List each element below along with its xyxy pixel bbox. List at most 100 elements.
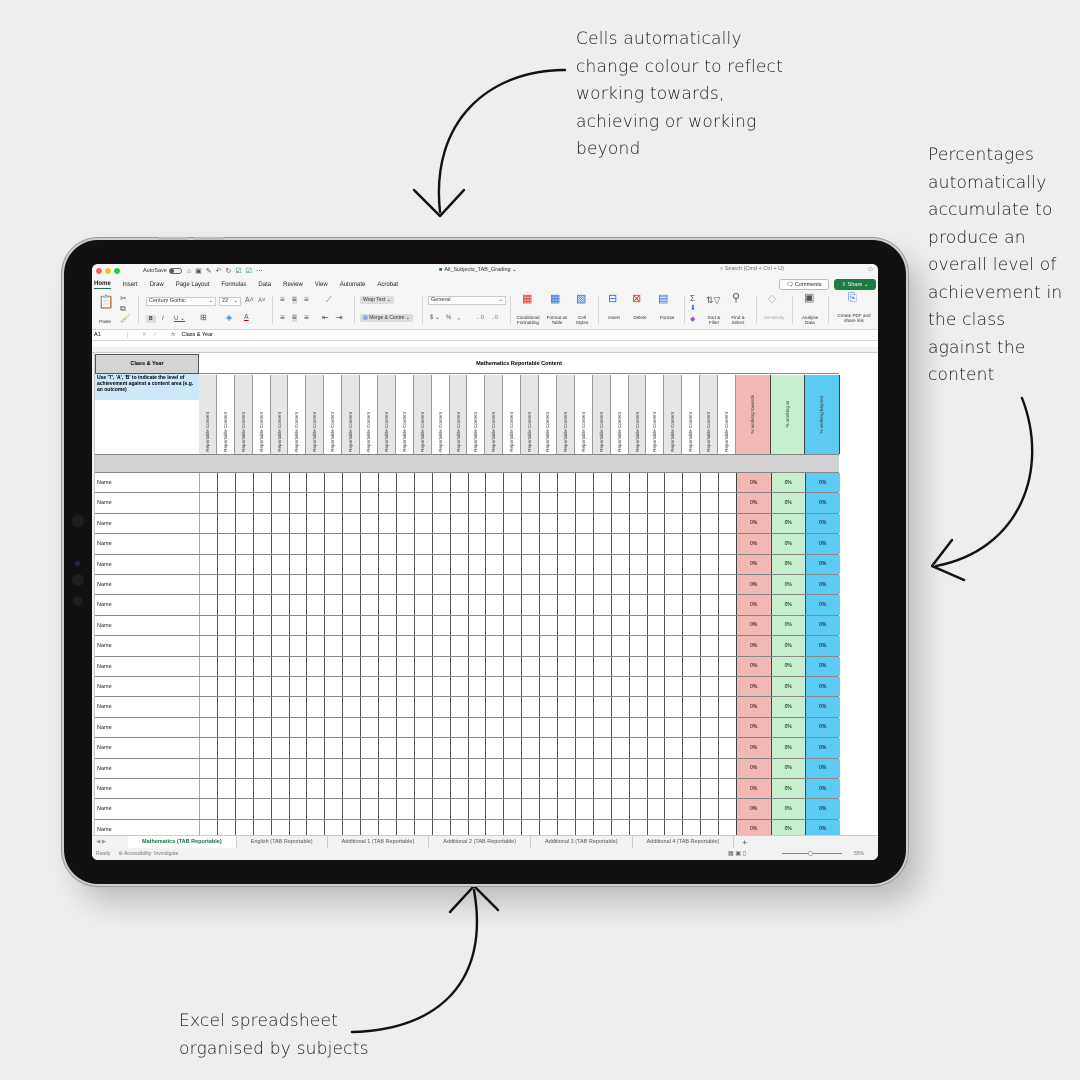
grade-cell[interactable] <box>449 738 468 758</box>
grade-cell[interactable] <box>324 513 342 534</box>
grade-cell[interactable] <box>199 799 217 819</box>
grade-cell[interactable] <box>682 656 700 676</box>
grade-cell[interactable] <box>718 554 736 574</box>
grade-cell[interactable] <box>413 575 432 595</box>
pct-header-beyond[interactable]: % working beyond <box>805 375 840 454</box>
grade-cell[interactable] <box>592 799 611 819</box>
grade-cell[interactable] <box>700 554 718 574</box>
subject-title-cell[interactable]: Mathematics Reportable Content <box>199 354 839 374</box>
grade-cell[interactable] <box>718 534 736 554</box>
sort-filter-label[interactable]: Sort & Filter <box>704 315 724 325</box>
grade-cell[interactable] <box>485 534 503 554</box>
grade-cell[interactable] <box>216 677 235 697</box>
grade-cell[interactable] <box>378 473 396 493</box>
grade-cell[interactable] <box>592 513 611 534</box>
pct-beyond-cell[interactable]: 0% <box>805 799 840 819</box>
grade-cell[interactable] <box>342 819 360 835</box>
fill-color-icon[interactable]: ◈ <box>226 314 232 322</box>
grade-cell[interactable] <box>521 554 539 574</box>
grade-cell[interactable] <box>199 636 217 656</box>
grade-cell[interactable] <box>216 534 235 554</box>
grade-cell[interactable] <box>252 677 271 697</box>
grade-cell[interactable] <box>610 717 629 738</box>
grade-cell[interactable] <box>646 636 665 656</box>
grade-cell[interactable] <box>199 717 217 738</box>
grade-cell[interactable] <box>557 534 575 554</box>
grade-cell[interactable] <box>700 636 718 656</box>
grade-cell[interactable] <box>503 575 521 595</box>
sheet-tab[interactable]: Additional 3 (TAB Reportable) <box>531 836 633 848</box>
grade-cell[interactable] <box>306 779 324 799</box>
grade-cell[interactable] <box>610 738 629 758</box>
grade-cell[interactable] <box>682 636 700 656</box>
grade-cell[interactable] <box>306 636 324 656</box>
grade-cell[interactable] <box>413 595 432 615</box>
grade-cell[interactable] <box>199 554 217 574</box>
grade-cell[interactable] <box>700 758 718 778</box>
pct-header-at[interactable]: % working at <box>770 375 805 454</box>
grade-cell[interactable] <box>360 717 378 738</box>
student-name-cell[interactable]: Name <box>97 766 112 772</box>
content-column-header[interactable]: Reportable Content <box>378 375 396 454</box>
grade-cell[interactable] <box>216 758 235 778</box>
grade-cell[interactable] <box>574 595 593 615</box>
grade-cell[interactable] <box>610 595 629 615</box>
grade-cell[interactable] <box>664 636 682 656</box>
format-as-table-icon[interactable]: ▦ <box>550 294 560 305</box>
grade-cell[interactable] <box>718 615 736 636</box>
account-icon[interactable]: ☺ <box>867 266 874 273</box>
grade-cell[interactable] <box>199 575 217 595</box>
grade-cell[interactable] <box>431 513 450 534</box>
grade-cell[interactable] <box>324 656 342 676</box>
grade-cell[interactable] <box>324 575 342 595</box>
paste-icon[interactable]: 📋 <box>98 295 114 308</box>
grade-cell[interactable] <box>467 595 486 615</box>
ribbon-tab-view[interactable]: View <box>315 282 328 289</box>
grade-cell[interactable] <box>288 656 307 676</box>
pct-at-cell[interactable]: 0% <box>770 819 805 835</box>
grade-cell[interactable] <box>664 534 682 554</box>
sheet-tab[interactable]: English (TAB Reportable) <box>237 836 328 848</box>
grade-cell[interactable] <box>378 513 396 534</box>
grade-cell[interactable] <box>288 717 307 738</box>
pct-towards-cell[interactable]: 0% <box>736 656 771 676</box>
grade-cell[interactable] <box>449 554 468 574</box>
grade-cell[interactable] <box>557 717 575 738</box>
grade-cell[interactable] <box>682 799 700 819</box>
grade-cell[interactable] <box>503 615 521 636</box>
grade-cell[interactable] <box>234 493 253 513</box>
grade-cell[interactable] <box>718 697 736 717</box>
content-column-header[interactable]: Reportable Content <box>449 375 468 454</box>
grade-cell[interactable] <box>610 779 629 799</box>
grade-cell[interactable] <box>360 779 378 799</box>
grade-cell[interactable] <box>270 513 289 534</box>
grade-cell[interactable] <box>449 697 468 717</box>
class-year-cell[interactable]: Class & Year <box>95 354 199 374</box>
grade-cell[interactable] <box>431 473 450 493</box>
grade-cell[interactable] <box>216 697 235 717</box>
grade-cell[interactable] <box>592 554 611 574</box>
copy-icon[interactable]: ⧉ <box>120 305 126 313</box>
grade-cell[interactable] <box>521 615 539 636</box>
content-column-header[interactable]: Reportable Content <box>306 375 325 454</box>
edit-icon[interactable]: ✎ <box>206 267 212 275</box>
pct-beyond-cell[interactable]: 0% <box>805 513 840 534</box>
grade-cell[interactable] <box>234 636 253 656</box>
content-column-header[interactable]: Reportable Content <box>342 375 361 454</box>
grade-cell[interactable] <box>252 799 271 819</box>
grade-cell[interactable] <box>539 493 557 513</box>
grade-cell[interactable] <box>467 656 486 676</box>
grade-cell[interactable] <box>574 799 593 819</box>
grade-cell[interactable] <box>610 677 629 697</box>
grade-cell[interactable] <box>664 656 682 676</box>
grade-cell[interactable] <box>700 493 718 513</box>
grade-cell[interactable] <box>306 738 324 758</box>
grade-cell[interactable] <box>342 513 360 534</box>
pct-beyond-cell[interactable]: 0% <box>805 656 840 676</box>
pct-towards-cell[interactable]: 0% <box>736 473 771 493</box>
grade-cell[interactable] <box>700 595 718 615</box>
grade-cell[interactable] <box>557 656 575 676</box>
font-name-select[interactable]: Century Gothic ⌄ <box>146 297 216 306</box>
pct-towards-cell[interactable]: 0% <box>736 799 771 819</box>
grade-cell[interactable] <box>682 738 700 758</box>
